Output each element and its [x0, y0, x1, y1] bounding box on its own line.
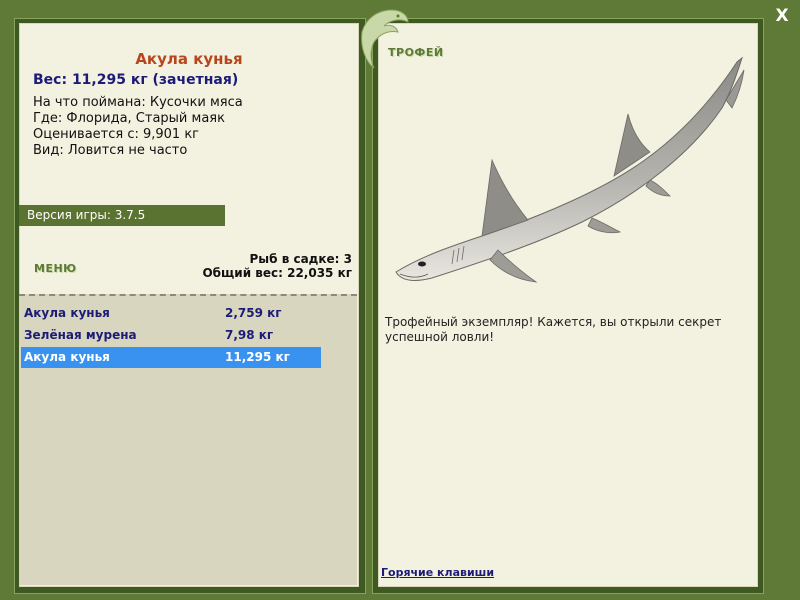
catch-weight: 11,295 кг	[225, 350, 290, 364]
catch-row-3-selected[interactable]: Акула кунья 11,295 кг	[21, 347, 321, 368]
close-button[interactable]: X	[772, 6, 792, 26]
fish-count: Рыб в садке: 3	[249, 252, 353, 266]
fish-rarity: Вид: Ловится не часто	[33, 143, 188, 158]
fish-title: Акула кунья	[135, 50, 243, 68]
catch-name: Акула кунья	[24, 350, 110, 364]
trophy-message: Трофейный экземпляр! Кажется, вы открыли…	[385, 315, 722, 344]
catch-row-2[interactable]: Зелёная мурена 7,98 кг	[21, 325, 321, 346]
catch-weight: 2,759 кг	[225, 306, 282, 320]
shark-image	[395, 56, 745, 283]
fish-logo-icon	[361, 9, 409, 69]
catch-row-1[interactable]: Акула кунья 2,759 кг	[21, 303, 321, 324]
version-bar: Версия игры: 3.7.5	[19, 205, 225, 226]
stats-block: Рыб в садке: 3 Общий вес: 22,035 кг	[202, 252, 352, 280]
hotkeys-link[interactable]: Горячие клавиши	[381, 566, 494, 579]
fish-value: Оценивается с: 9,901 кг	[33, 127, 200, 142]
fish-weight: Вес: 11,295 кг (зачетная)	[33, 72, 239, 88]
fish-location: Где: Флорида, Старый маяк	[33, 111, 225, 126]
catch-name: Зелёная мурена	[24, 328, 137, 342]
total-weight: Общий вес: 22,035 кг	[202, 266, 352, 280]
fish-bait: На что поймана: Кусочки мяса	[33, 95, 243, 110]
menu-button[interactable]: МЕНЮ	[34, 262, 77, 275]
catch-name: Акула кунья	[24, 306, 110, 320]
catch-weight: 7,98 кг	[225, 328, 274, 342]
